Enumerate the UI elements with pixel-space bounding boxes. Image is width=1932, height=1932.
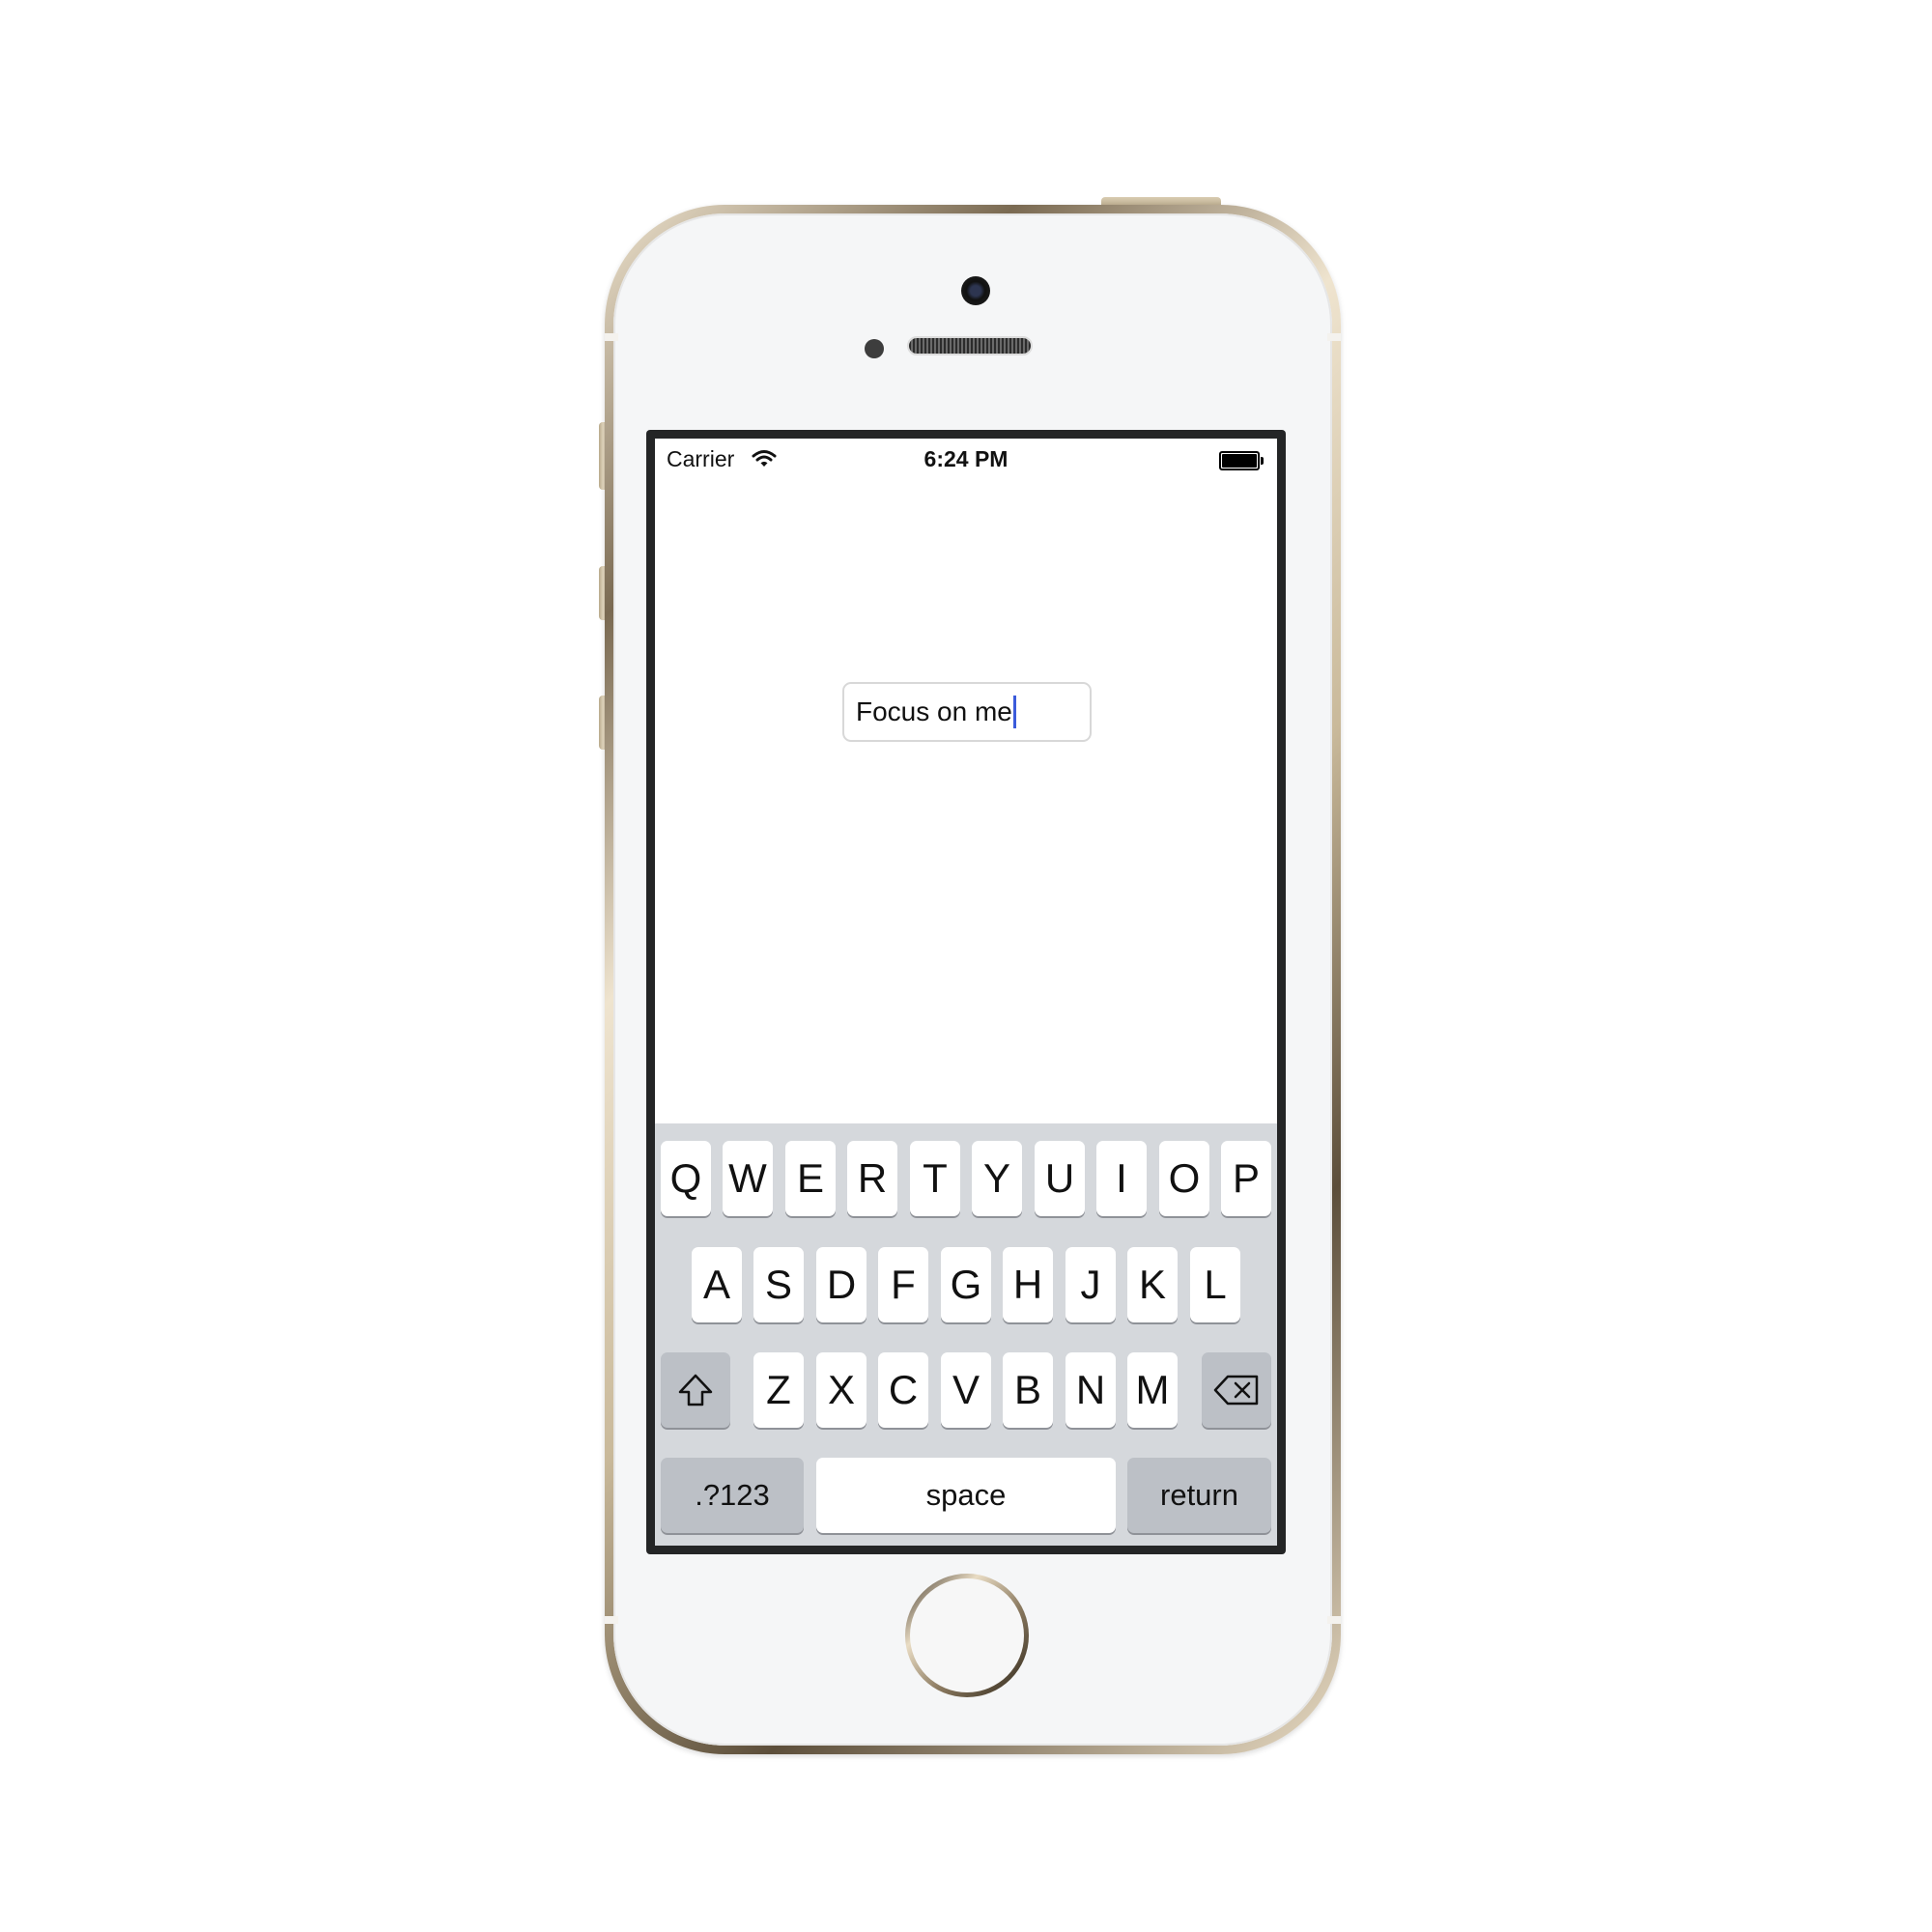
earpiece-speaker: [907, 336, 1033, 355]
antenna-band: [1327, 1616, 1341, 1624]
numbers-key[interactable]: .?123: [661, 1458, 804, 1533]
key-i[interactable]: I: [1096, 1141, 1147, 1216]
key-q[interactable]: Q: [661, 1141, 711, 1216]
key-l[interactable]: L: [1190, 1247, 1240, 1322]
key-h[interactable]: H: [1003, 1247, 1053, 1322]
device-stage: Carrier 6:24 PM Focus on me Q W E R T Y …: [0, 0, 1932, 1932]
text-field-value: Focus on me: [856, 696, 1012, 726]
antenna-band: [605, 1616, 618, 1624]
delete-icon: [1213, 1375, 1259, 1406]
key-u[interactable]: U: [1035, 1141, 1085, 1216]
screen: Carrier 6:24 PM Focus on me Q W E R T Y …: [655, 439, 1277, 1546]
status-time: 6:24 PM: [923, 446, 1009, 471]
key-x[interactable]: X: [816, 1352, 867, 1428]
key-e[interactable]: E: [785, 1141, 836, 1216]
delete-key[interactable]: [1202, 1352, 1271, 1428]
phone-frame: Carrier 6:24 PM Focus on me Q W E R T Y …: [605, 205, 1341, 1754]
software-keyboard: Q W E R T Y U I O P A S D F G H J K L Z …: [655, 1123, 1277, 1546]
keyboard-row-2: A S D F G H J K L: [655, 1247, 1277, 1322]
proximity-sensor: [865, 339, 884, 358]
space-key[interactable]: space: [816, 1458, 1116, 1533]
key-c[interactable]: C: [878, 1352, 928, 1428]
key-y[interactable]: Y: [972, 1141, 1022, 1216]
shift-icon: [678, 1374, 713, 1406]
key-j[interactable]: J: [1065, 1247, 1116, 1322]
shift-key[interactable]: [661, 1352, 730, 1428]
key-d[interactable]: D: [816, 1247, 867, 1322]
return-key[interactable]: return: [1127, 1458, 1271, 1533]
key-n[interactable]: N: [1065, 1352, 1116, 1428]
keyboard-row-3: Z X C V B N M: [655, 1352, 1277, 1428]
key-g[interactable]: G: [941, 1247, 991, 1322]
key-z[interactable]: Z: [753, 1352, 804, 1428]
battery-level: [1222, 454, 1257, 468]
key-t[interactable]: T: [910, 1141, 960, 1216]
front-camera: [961, 276, 990, 305]
key-p[interactable]: P: [1221, 1141, 1271, 1216]
antenna-band: [1327, 333, 1341, 341]
key-w[interactable]: W: [723, 1141, 773, 1216]
key-v[interactable]: V: [941, 1352, 991, 1428]
battery-tip: [1261, 457, 1264, 465]
home-button[interactable]: [899, 1568, 1035, 1703]
keyboard-row-1: Q W E R T Y U I O P: [655, 1141, 1277, 1216]
key-r[interactable]: R: [847, 1141, 897, 1216]
key-o[interactable]: O: [1159, 1141, 1209, 1216]
key-k[interactable]: K: [1127, 1247, 1178, 1322]
battery-body: [1219, 451, 1260, 470]
antenna-band: [605, 333, 618, 341]
key-s[interactable]: S: [753, 1247, 804, 1322]
focus-text-field[interactable]: Focus on me: [842, 682, 1092, 742]
battery-icon: [1219, 451, 1264, 470]
status-bar: Carrier 6:24 PM: [655, 439, 1277, 481]
key-f[interactable]: F: [878, 1247, 928, 1322]
key-m[interactable]: M: [1127, 1352, 1178, 1428]
screen-bezel: Carrier 6:24 PM Focus on me Q W E R T Y …: [646, 430, 1286, 1554]
key-a[interactable]: A: [692, 1247, 742, 1322]
text-caret: [1012, 696, 1016, 728]
phone-face: Carrier 6:24 PM Focus on me Q W E R T Y …: [613, 213, 1332, 1746]
keyboard-row-4: .?123 space return: [655, 1458, 1277, 1533]
key-b[interactable]: B: [1003, 1352, 1053, 1428]
